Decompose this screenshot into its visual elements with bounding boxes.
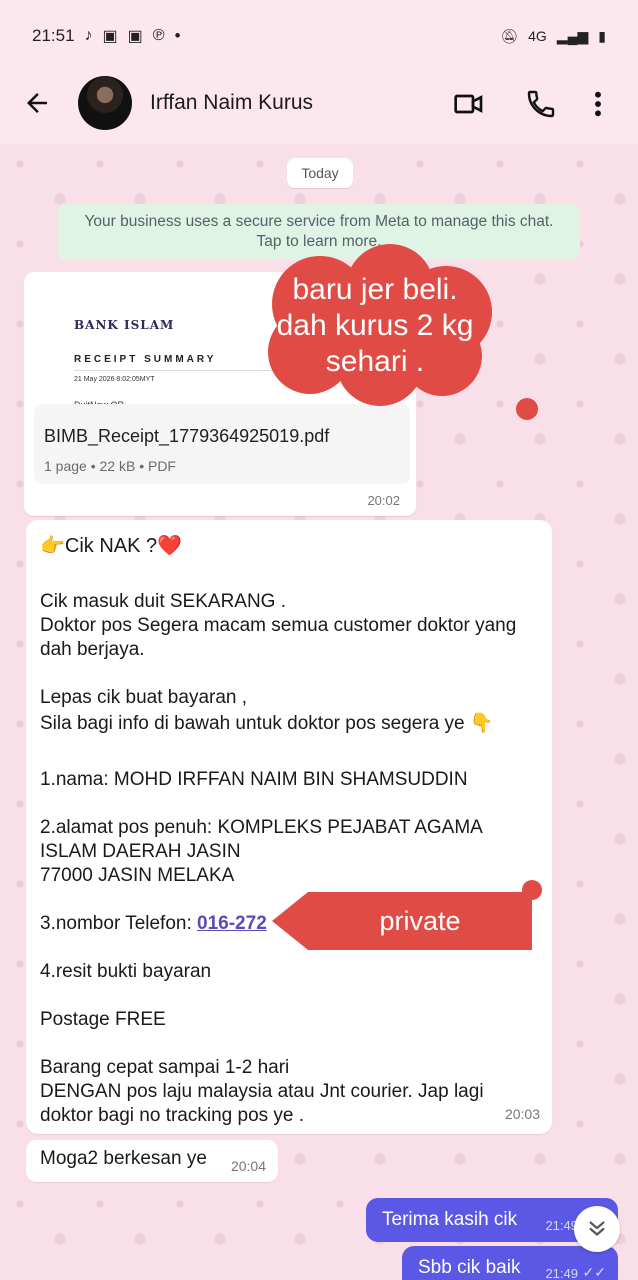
text-message[interactable]: Moga2 berkesan ye 20:04 [26, 1140, 278, 1182]
overlay-private-text: private [379, 905, 461, 936]
message-line: doktor bagi no tracking pos ye . [40, 1105, 305, 1126]
signal-icon: ▂▄▆ [556, 27, 589, 44]
message-text: Sbb cik baik [418, 1257, 521, 1278]
message-line: Postage FREE [40, 1009, 166, 1030]
bank-logo: BANK ISLAM [74, 318, 175, 332]
message-line: 2.alamat pos penuh: KOMPLEKS PEJABAT AGA… [40, 817, 483, 838]
battery-icon: ▮ [598, 27, 606, 44]
document-filename: BIMB_Receipt_1779364925019.pdf [44, 426, 330, 446]
message-line: Cik masuk duit SEKARANG . [40, 591, 287, 612]
message-line: 3.nombor Telefon: 016-272 [40, 912, 267, 936]
document-meta: 1 page • 22 kB • PDF [44, 458, 176, 474]
message-line: Barang cepat sampai 1-2 hari [40, 1057, 290, 1078]
back-arrow-icon[interactable] [22, 88, 52, 118]
message-line: Doktor pos Segera macam semua customer d… [40, 615, 517, 636]
text-message[interactable]: 👉Cik NAK ?❤️ Cik masuk duit SEKARANG . D… [26, 520, 552, 1134]
double-chevron-down-icon [589, 1221, 605, 1236]
network-label: 4G [528, 28, 547, 44]
message-line: Lepas cik buat bayaran , [40, 687, 248, 708]
outgoing-message[interactable]: Sbb cik baik 21:49 ✓✓ [402, 1246, 618, 1280]
message-time: 21:49 [545, 1266, 578, 1280]
receipt-date: 21 May 2026 8:02:05MYT [74, 376, 155, 383]
message-line: dah berjaya. [40, 639, 145, 660]
phone-label: 3.nombor Telefon: [40, 913, 198, 934]
overlay-cloud-text: baru jer beli. dah kurus 2 kg sehari . [276, 273, 474, 378]
message-line: 77000 JASIN MELAKA [40, 865, 235, 886]
message-time: 20:04 [230, 1158, 266, 1174]
avatar[interactable] [78, 76, 132, 130]
status-dot: • [174, 26, 181, 45]
message-time: 20:02 [367, 493, 400, 508]
message-line: 1.nama: MOHD IRFFAN NAIM BIN SHAMSUDDIN [40, 769, 468, 790]
chat-header: Irffan Naim Kurus [0, 72, 638, 144]
overlay-dot [516, 398, 538, 420]
message-text: Moga2 berkesan ye [40, 1148, 207, 1169]
message-line: Sila bagi info di bawah untuk doktor pos… [40, 713, 494, 734]
message-time: 20:03 [504, 1106, 540, 1122]
chat-area[interactable]: Today Your business uses a secure servic… [0, 144, 638, 1280]
video-call-icon[interactable] [452, 88, 486, 120]
message-line: ISLAM DAERAH JASIN [40, 841, 241, 862]
facebook-icon: ▣ [102, 28, 118, 45]
overlay-dot [522, 880, 542, 900]
contact-name[interactable]: Irffan Naim Kurus [150, 91, 313, 115]
status-time: 21:51 [32, 26, 75, 45]
notice-line1: Your business uses a secure service from… [84, 213, 554, 230]
scroll-to-bottom-button[interactable] [574, 1206, 620, 1252]
mute-icon: 🔕︎ [500, 27, 519, 44]
message-line: DENGAN pos laju malaysia atau Jnt courie… [40, 1081, 484, 1102]
overlay-private-label: private [272, 892, 532, 950]
message-line: 4.resit bukti bayaran [40, 961, 212, 982]
message-greeting: 👉Cik NAK ?❤️ [40, 535, 183, 557]
facebook-icon: ▣ [127, 28, 143, 45]
tiktok-icon: ♪ [84, 27, 93, 44]
phone-link[interactable]: 016-272 [197, 913, 267, 934]
more-options-icon[interactable] [588, 88, 608, 120]
pinterest-icon: ℗ [152, 27, 165, 44]
date-chip: Today [287, 158, 353, 188]
message-text: Terima kasih cik [382, 1209, 518, 1230]
document-info[interactable]: BIMB_Receipt_1779364925019.pdf 1 page • … [34, 404, 410, 484]
phone-call-icon[interactable] [524, 88, 558, 120]
status-bar: 21:51 ♪ ▣ ▣ ℗ • 🔕︎ 4G ▂▄▆ ▮ [0, 0, 638, 72]
read-ticks-icon: ✓✓ [582, 1264, 606, 1280]
overlay-cloud: baru jer beli. dah kurus 2 kg sehari . [250, 244, 500, 408]
receipt-title: RECEIPT SUMMARY [74, 354, 217, 365]
